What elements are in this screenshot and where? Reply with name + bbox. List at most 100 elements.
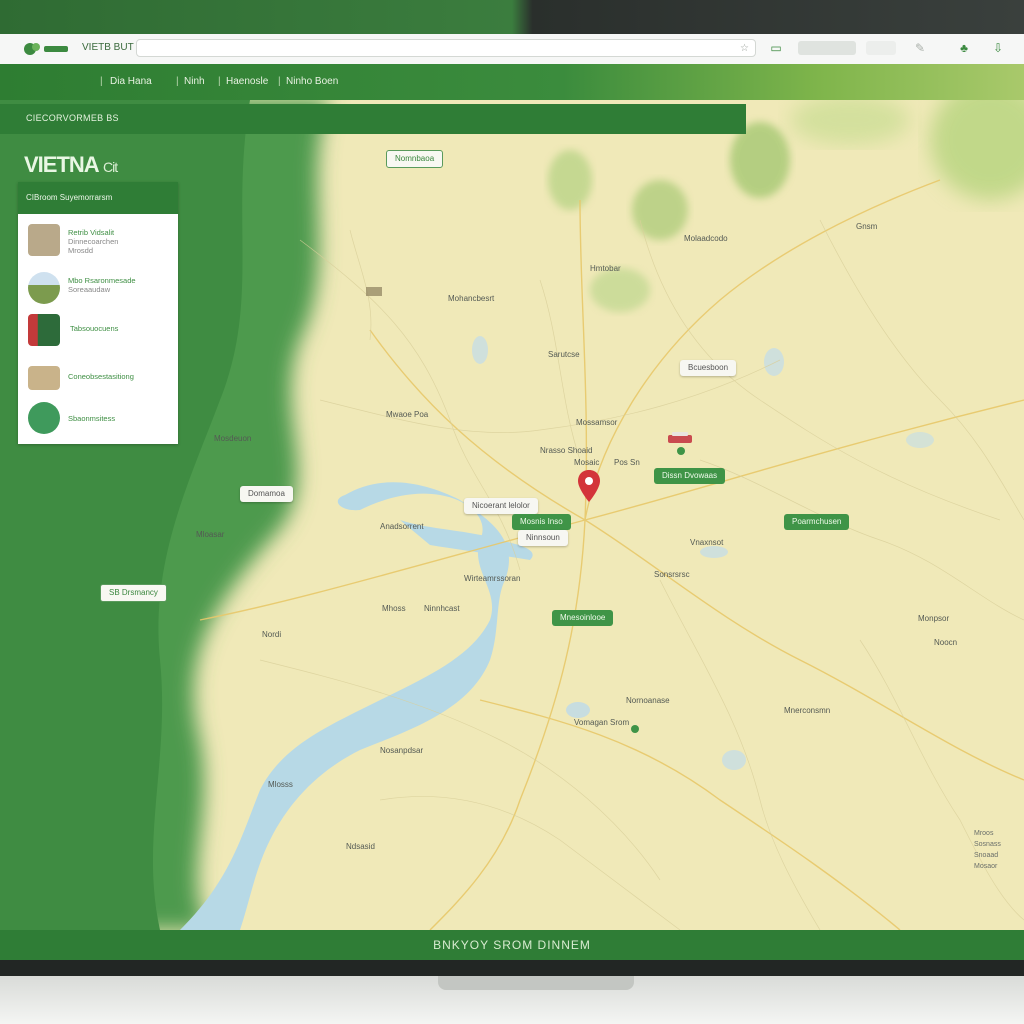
page-title-suffix: Cit: [102, 159, 118, 175]
list-item[interactable]: Sbaonmsitess: [28, 402, 172, 440]
section-banner: CIECORVORMEB BS: [0, 104, 746, 134]
legend-item: Mroos: [974, 830, 994, 837]
toolbar-button-2[interactable]: [866, 41, 896, 55]
download-icon[interactable]: ⇩: [990, 40, 1006, 56]
list-item-text: Retrib Vidsalit Dinnecoarchen Mrosdd: [68, 228, 168, 255]
list-item-title: Mbo Rsaronmesade: [68, 276, 136, 285]
pencil-icon[interactable]: ✎: [912, 40, 928, 56]
list-item-text: Sbaonmsitess: [68, 414, 168, 423]
map-place-label[interactable]: Pos Sn: [614, 458, 640, 467]
legend-item: Snoaad: [974, 852, 999, 859]
url-bar[interactable]: ☆: [136, 39, 756, 57]
page-title-main: VIETNA: [24, 152, 99, 177]
footer-text[interactable]: BNKYOY SROM DINNEM: [0, 938, 1024, 952]
page-title: VIETNA Cit: [24, 152, 118, 178]
map-place-label[interactable]: Mnerconsmn: [784, 706, 830, 715]
list-item-text: Mbo Rsaronmesade Soreaaudaw: [68, 276, 168, 294]
map-marker-label[interactable]: Nicoerant lelolor: [464, 498, 538, 514]
map-marker-label[interactable]: SB Drsmancy: [100, 584, 167, 602]
building-icon: [366, 287, 382, 296]
list-item[interactable]: Coneobsestasitiong: [28, 362, 172, 400]
map-place-label[interactable]: Nosanpdsar: [380, 746, 423, 755]
map-place-label[interactable]: Nordi: [262, 630, 281, 639]
map-place-label[interactable]: Sonsrsrsc: [654, 570, 690, 579]
map-place-label[interactable]: Nornoanase: [626, 696, 670, 705]
map-place-label[interactable]: Anadsorrent: [380, 522, 424, 531]
map-place-label[interactable]: Ndsasid: [346, 842, 375, 851]
browser-toolbar: VIETB BUT ☆ ▭ ✎ ♣ ⇩: [0, 34, 1024, 65]
map-marker-label[interactable]: Dissn Dvowaas: [654, 468, 726, 484]
nav-separator: |: [278, 76, 281, 87]
map-place-label[interactable]: Mhoss: [382, 604, 406, 613]
map-place-label[interactable]: Mosdeuon: [214, 434, 251, 443]
nav-item-1[interactable]: Dia Hana: [110, 76, 152, 87]
nav-separator: |: [100, 76, 103, 87]
laptop-bezel: [0, 960, 1024, 976]
thumbnail-image: [28, 272, 60, 304]
map-place-label[interactable]: Vnaxnsot: [690, 538, 723, 547]
list-item[interactable]: Tabsouocuens: [28, 314, 172, 352]
map-marker-label[interactable]: Mosnis Inso: [512, 514, 571, 530]
main-nav: | Dia Hana | Ninh | Haenosle | Ninho Boe…: [0, 64, 1024, 100]
section-banner-text: CIECORVORMEB BS: [26, 113, 119, 123]
map-place-label[interactable]: Mohancbesrt: [448, 294, 494, 303]
laptop-lid-edge: [0, 0, 1024, 34]
map-dot-icon[interactable]: [676, 446, 686, 456]
map-place-label[interactable]: Sarutcse: [548, 350, 580, 359]
nav-item-3[interactable]: Haenosle: [226, 76, 268, 87]
legend-item: Mosaor: [974, 863, 998, 870]
map-place-label[interactable]: Vomagan Srom: [574, 718, 629, 727]
map-marker-label[interactable]: Ninnsoun: [518, 530, 568, 546]
list-item-title: Sbaonmsitess: [68, 414, 116, 423]
list-item-text: Coneobsestasitiong: [68, 372, 168, 381]
map-marker-label[interactable]: Domamoa: [240, 486, 293, 502]
nav-separator: |: [176, 76, 179, 87]
map-place-label[interactable]: Monpsor: [918, 614, 949, 623]
map-dot-icon[interactable]: [630, 724, 640, 734]
thumbnail-image: [28, 366, 60, 390]
toolbar-button-1[interactable]: [798, 41, 856, 55]
map-place-label[interactable]: Mossamsor: [576, 418, 617, 427]
map-place-label[interactable]: Mosaic: [574, 458, 599, 467]
legend-item: Sosnass: [974, 841, 1001, 848]
map-marker-label[interactable]: Nomnbaoa: [386, 150, 444, 168]
map-place-label[interactable]: Molaadcodo: [684, 234, 728, 243]
map-place-label[interactable]: Nrasso Shoaid: [540, 446, 592, 455]
map-place-label[interactable]: Gnsm: [856, 222, 877, 231]
thumbnail-image: [28, 402, 60, 434]
footer-bar: BNKYOY SROM DINNEM: [0, 930, 1024, 960]
list-item[interactable]: Retrib Vidsalit Dinnecoarchen Mrosdd: [28, 224, 172, 262]
map-marker-label[interactable]: Mnesoinlooe: [552, 610, 614, 626]
nav-item-4[interactable]: Ninho Boen: [286, 76, 338, 87]
site-logo-icon: [24, 43, 68, 55]
map-place-label[interactable]: Hmtobar: [590, 264, 621, 273]
location-pin-icon[interactable]: [578, 470, 600, 502]
browser-screen: VIETB BUT ☆ ▭ ✎ ♣ ⇩ | Dia Hana | Ninh | …: [0, 34, 1024, 960]
map-place-label[interactable]: Wirteamrssoran: [464, 574, 520, 583]
landmark-marker-icon[interactable]: [666, 430, 694, 446]
list-item[interactable]: Mbo Rsaronmesade Soreaaudaw: [28, 272, 172, 310]
nav-item-2[interactable]: Ninh: [184, 76, 205, 87]
list-item-title: Retrib Vidsalit: [68, 228, 115, 237]
tab-icon[interactable]: ▭: [768, 40, 784, 56]
map-place-label[interactable]: Ninnhcast: [424, 604, 460, 613]
map-place-label[interactable]: Noocn: [934, 638, 957, 647]
thumbnail-image: [28, 224, 60, 256]
map-place-label[interactable]: Mwaoe Poa: [386, 410, 428, 419]
map-marker-label[interactable]: Bcuesboon: [680, 360, 737, 376]
list-item-meta: Mrosdd: [68, 246, 94, 255]
list-item-text: Tabsouocuens: [70, 324, 170, 333]
bookmark-icon[interactable]: ☆: [740, 40, 749, 58]
map-legend: Mroos Sosnass Snoaad Mosaor: [974, 828, 1001, 872]
map-marker-label[interactable]: Poarmchusen: [784, 514, 850, 530]
list-item-subtitle: Soreaaudaw: [68, 285, 111, 294]
list-item-subtitle: Dinnecoarchen: [68, 237, 119, 246]
list-item-title: Coneobsestasitiong: [68, 372, 134, 381]
extension-icon[interactable]: ♣: [956, 40, 972, 56]
site-label: VIETB BUT: [82, 42, 134, 53]
map-place-label[interactable]: Mlosss: [268, 780, 293, 789]
nav-separator: |: [218, 76, 221, 87]
map-place-label[interactable]: Mloasar: [196, 530, 224, 539]
thumbnail-image: [28, 314, 60, 346]
list-item-title: Tabsouocuens: [70, 324, 119, 333]
